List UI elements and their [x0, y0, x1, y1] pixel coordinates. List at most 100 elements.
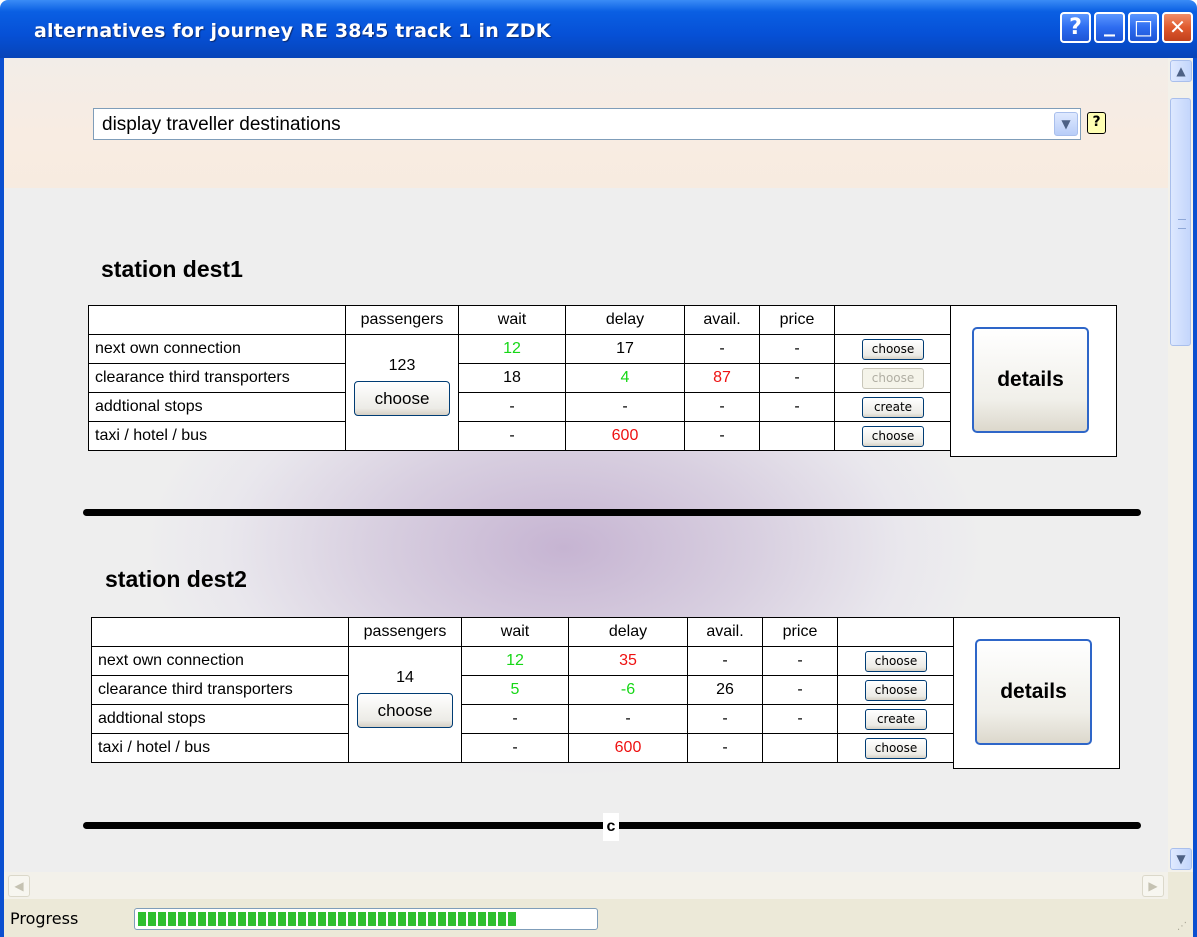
progress-bar	[134, 908, 598, 930]
delay-value: -	[565, 392, 685, 422]
table-header: avail.	[684, 305, 760, 335]
row-label: clearance third transporters	[91, 675, 349, 705]
table-header: delay	[565, 305, 685, 335]
section-separator	[83, 509, 1141, 516]
table-header: delay	[568, 617, 688, 647]
wait-value: -	[461, 704, 569, 734]
details-panel: details	[953, 617, 1120, 769]
help-button[interactable]: ?	[1060, 12, 1091, 43]
alternatives-table: passengers wait delay avail. price next …	[91, 617, 955, 763]
price-value: -	[759, 392, 835, 422]
close-icon: ✕	[1169, 15, 1186, 39]
scrollbar-thumb[interactable]	[1170, 98, 1191, 346]
choose-passengers-button[interactable]: choose	[354, 381, 450, 416]
choose-passengers-button[interactable]: choose	[357, 693, 453, 728]
table-header-row: passengers wait delay avail. price	[88, 305, 952, 335]
scroll-up-icon[interactable]: ▲	[1170, 60, 1192, 82]
choose-button[interactable]: choose	[865, 737, 927, 759]
passengers-cell: 123 choose	[345, 334, 459, 451]
passengers-cell: 14 choose	[348, 646, 462, 763]
table-header-row: passengers wait delay avail. price	[91, 617, 955, 647]
row-label: addtional stops	[91, 704, 349, 734]
choose-button[interactable]: choose	[865, 650, 927, 672]
passenger-count: 14	[396, 669, 414, 686]
vertical-scrollbar[interactable]: ▲ ▼	[1168, 58, 1193, 872]
maximize-icon: □	[1134, 15, 1153, 39]
row-label: clearance third transporters	[88, 363, 346, 393]
table-header: wait	[458, 305, 566, 335]
action-cell: choose	[834, 421, 952, 451]
action-cell: choose	[837, 646, 955, 676]
avail-value: 87	[684, 363, 760, 393]
passenger-count: 123	[388, 357, 416, 374]
separator-marker: c	[603, 813, 619, 841]
delay-value: -6	[568, 675, 688, 705]
wait-value: -	[458, 421, 566, 451]
table-header: passengers	[345, 305, 459, 335]
details-button[interactable]: details	[972, 327, 1089, 433]
delay-value: 600	[565, 421, 685, 451]
avail-value: -	[687, 646, 763, 676]
wait-value: 5	[461, 675, 569, 705]
create-button[interactable]: create	[865, 708, 927, 730]
grip-icon	[1178, 219, 1186, 229]
minimize-icon: _	[1104, 12, 1115, 37]
delay-value: 600	[568, 733, 688, 763]
table-row: next own connection 123 choose 12 17 - -…	[88, 334, 952, 451]
action-cell: create	[837, 704, 955, 734]
table-header-empty	[88, 305, 346, 335]
scroll-left-icon[interactable]: ◀	[8, 875, 30, 897]
action-cell: create	[834, 392, 952, 422]
table-row: addtional stops - - - - create	[88, 392, 952, 422]
station-title: station dest2	[105, 566, 247, 592]
details-panel: details	[950, 305, 1117, 457]
table-header: price	[762, 617, 838, 647]
choose-button-disabled: choose	[862, 367, 924, 389]
action-cell: choose	[834, 363, 952, 393]
choose-button[interactable]: choose	[862, 425, 924, 447]
header-band: display traveller destinations ▼ ?	[4, 58, 1168, 188]
table-header-empty	[834, 305, 952, 335]
row-label: addtional stops	[88, 392, 346, 422]
avail-value: 26	[687, 675, 763, 705]
wait-value: 12	[461, 646, 569, 676]
table-row: next own connection 14 choose 12 35 - - …	[91, 646, 955, 763]
title-bar: alternatives for journey RE 3845 track 1…	[0, 0, 1197, 58]
table-header: wait	[461, 617, 569, 647]
minimize-button[interactable]: _	[1094, 12, 1125, 43]
help-bubble-icon[interactable]: ?	[1087, 112, 1106, 134]
horizontal-scrollbar[interactable]: ◀ ▶	[4, 872, 1168, 899]
create-button[interactable]: create	[862, 396, 924, 418]
table-header-empty	[91, 617, 349, 647]
delay-value: 35	[568, 646, 688, 676]
close-button[interactable]: ✕	[1162, 12, 1193, 43]
scroll-down-icon[interactable]: ▼	[1170, 848, 1192, 870]
row-label: next own connection	[91, 646, 349, 676]
details-button[interactable]: details	[975, 639, 1092, 745]
question-icon: ?	[1069, 15, 1082, 40]
price-value: -	[759, 334, 835, 364]
view-select[interactable]: display traveller destinations ▼	[93, 108, 1081, 140]
scroll-right-icon[interactable]: ▶	[1142, 875, 1164, 897]
resize-grip-icon[interactable]: ⋰	[1177, 921, 1189, 933]
choose-button[interactable]: choose	[865, 679, 927, 701]
table-row: taxi / hotel / bus - 600 - choose	[88, 421, 952, 451]
price-value	[759, 421, 835, 451]
table-row: clearance third transporters 5 -6 26 - c…	[91, 675, 955, 705]
maximize-button[interactable]: □	[1128, 12, 1159, 43]
delay-value: -	[568, 704, 688, 734]
wait-value: -	[458, 392, 566, 422]
price-value: -	[762, 646, 838, 676]
choose-button[interactable]: choose	[862, 338, 924, 360]
table-header: price	[759, 305, 835, 335]
avail-value: -	[687, 704, 763, 734]
window-title: alternatives for journey RE 3845 track 1…	[34, 20, 551, 42]
view-select-value: display traveller destinations	[102, 114, 341, 135]
table-row: addtional stops - - - - create	[91, 704, 955, 734]
chevron-down-icon[interactable]: ▼	[1054, 112, 1078, 136]
row-label: taxi / hotel / bus	[91, 733, 349, 763]
row-label: taxi / hotel / bus	[88, 421, 346, 451]
price-value: -	[759, 363, 835, 393]
price-value	[762, 733, 838, 763]
table-row: taxi / hotel / bus - 600 - choose	[91, 733, 955, 763]
